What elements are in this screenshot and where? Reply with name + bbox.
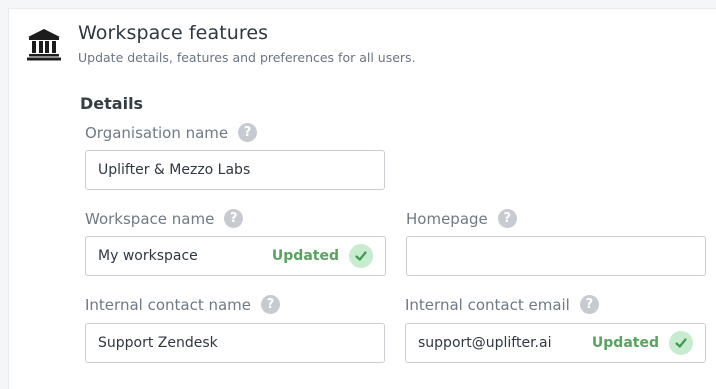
check-icon (669, 331, 693, 355)
internal-contact-email-value[interactable]: support@uplifter.ai (418, 335, 592, 351)
internal-contact-email-field[interactable]: support@uplifter.ai Updated (405, 323, 706, 363)
updated-status-text: Updated (591, 335, 659, 351)
updated-status-text: Updated (271, 248, 339, 264)
homepage-field[interactable] (406, 236, 706, 276)
page-title: Workspace features (78, 22, 269, 44)
organisation-name-field[interactable]: Uplifter & Mezzo Labs (85, 150, 385, 190)
details-section-title: Details (80, 94, 144, 113)
workspace-name-value[interactable]: My workspace (98, 248, 272, 264)
internal-contact-email-label: Internal contact email ? (405, 295, 599, 314)
organisation-name-label: Organisation name ? (85, 123, 258, 142)
help-icon[interactable]: ? (497, 209, 517, 228)
internal-contact-name-field[interactable]: Support Zendesk (85, 323, 385, 363)
workspace-name-label: Workspace name ? (85, 209, 244, 228)
bank-building-icon (27, 29, 61, 61)
updated-status: Updated (592, 331, 693, 355)
check-icon (349, 244, 373, 268)
workspace-name-field[interactable]: My workspace Updated (85, 236, 386, 276)
help-icon[interactable]: ? (224, 209, 244, 228)
help-icon[interactable]: ? (579, 295, 599, 314)
help-icon[interactable]: ? (238, 123, 258, 142)
internal-contact-name-value[interactable]: Support Zendesk (98, 335, 372, 351)
internal-contact-name-label: Internal contact name ? (85, 295, 281, 314)
homepage-label: Homepage ? (406, 209, 517, 228)
page-subtitle: Update details, features and preferences… (78, 50, 416, 65)
help-icon[interactable]: ? (261, 295, 281, 314)
updated-status: Updated (272, 244, 373, 268)
organisation-name-value[interactable]: Uplifter & Mezzo Labs (98, 162, 372, 178)
